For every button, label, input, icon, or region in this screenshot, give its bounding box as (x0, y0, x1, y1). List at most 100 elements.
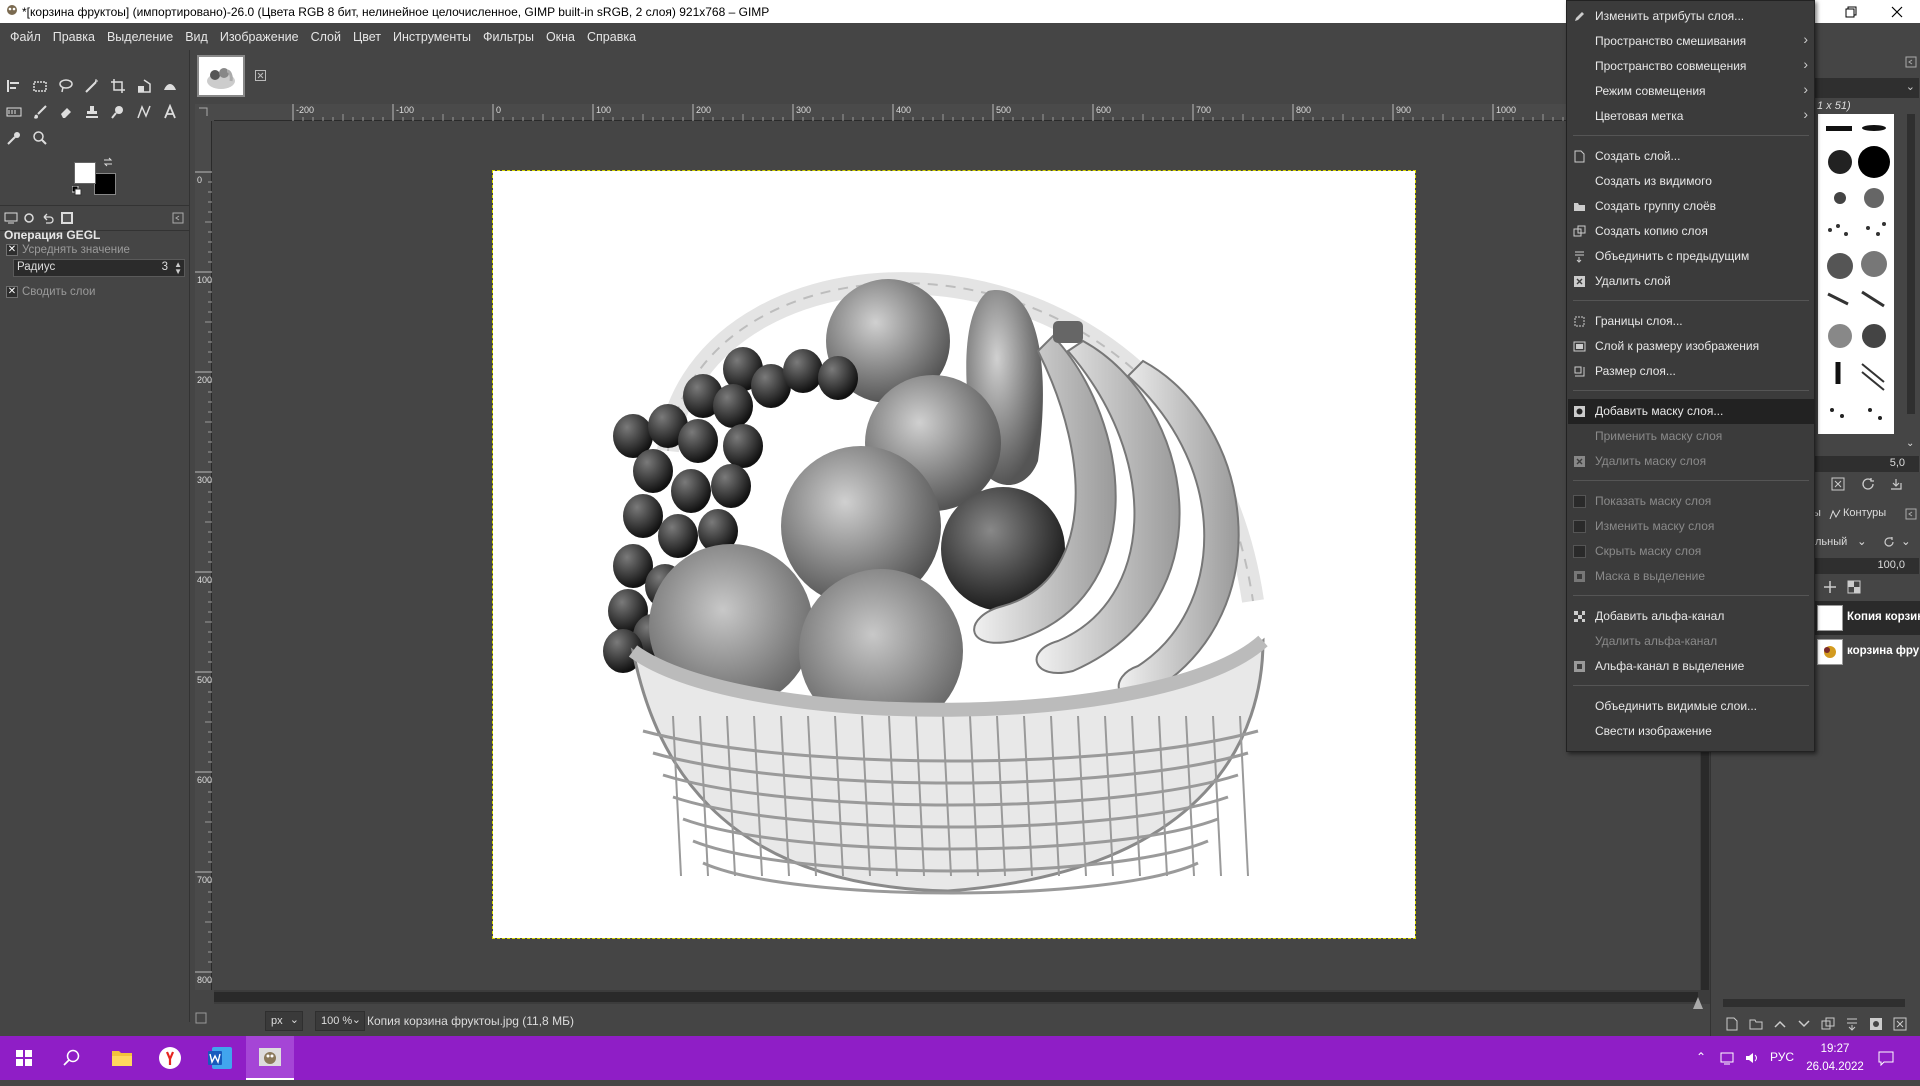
yandex-browser-button[interactable] (146, 1036, 194, 1080)
clock[interactable]: 19:27 26.04.2022 (1804, 1040, 1866, 1076)
layer-mode-combo[interactable]: льный (1815, 536, 1847, 548)
menu-item-remove-alpha-channel[interactable]: Удалить альфа-канал (1568, 629, 1814, 654)
foreground-color-swatch[interactable] (74, 162, 96, 184)
menu-item-show-layer-mask[interactable]: Показать маску слоя (1568, 489, 1814, 514)
menu-item-delete-layer-mask[interactable]: Удалить маску слоя (1568, 449, 1814, 474)
lock-position-icon[interactable] (1823, 580, 1837, 594)
volume-icon[interactable] (1744, 1050, 1760, 1066)
brush-filter-combo[interactable]: ⌄ (1811, 78, 1919, 98)
clone-tool[interactable] (80, 100, 104, 124)
brush-spacing-spinbox[interactable]: 5,0 (1811, 456, 1919, 472)
menu-item-flatten-image[interactable]: Свести изображение (1568, 719, 1814, 744)
menu-item-alpha-to-selection[interactable]: Альфа-канал в выделение (1568, 654, 1814, 679)
menu-item-new-layer-group[interactable]: Создать группу слоёв (1568, 194, 1814, 219)
raise-layer-icon[interactable] (1773, 1017, 1787, 1031)
chevron-down-icon[interactable]: ⌄ (1906, 438, 1914, 449)
chevron-down-icon[interactable]: ⌄ (1901, 534, 1911, 548)
menu-select[interactable]: Выделение (101, 30, 179, 44)
menu-item-composite-mode[interactable]: Режим совмещения › (1568, 79, 1814, 104)
show-hidden-icons[interactable]: ⌃ (1696, 1050, 1706, 1064)
navigate-icon[interactable] (1691, 996, 1705, 1010)
dock-menu-icon[interactable] (1905, 508, 1917, 520)
gimp-taskbar-button[interactable] (246, 1036, 294, 1080)
brushes-scrollbar[interactable] (1907, 114, 1915, 414)
paintbrush-tool[interactable] (28, 100, 52, 124)
word-button[interactable] (196, 1036, 244, 1080)
close-window-button[interactable] (1874, 0, 1920, 23)
menu-item-duplicate-layer[interactable]: Создать копию слоя (1568, 219, 1814, 244)
image-canvas[interactable] (492, 170, 1416, 939)
close-image-tab-icon[interactable] (255, 70, 266, 81)
menu-item-delete-layer[interactable]: Удалить слой (1568, 269, 1814, 294)
add-mask-icon[interactable] (1869, 1017, 1883, 1031)
menu-item-edit-layer-attributes[interactable]: Изменить атрибуты слоя... (1568, 4, 1814, 29)
radius-spinbox[interactable]: Радиус 3 ▲ ▼ (13, 259, 185, 277)
menu-item-layer-boundary[interactable]: Границы слоя... (1568, 309, 1814, 334)
chevron-down-icon[interactable]: ⌄ (1857, 534, 1867, 548)
menu-item-blend-space[interactable]: Пространство смешивания › (1568, 29, 1814, 54)
menu-image[interactable]: Изображение (214, 30, 305, 44)
align-tool[interactable] (2, 74, 26, 98)
menu-item-new-layer[interactable]: Создать слой... (1568, 144, 1814, 169)
zoom-select[interactable]: 100 % ⌄ (315, 1011, 365, 1031)
menu-layer[interactable]: Слой (305, 30, 347, 44)
spin-arrows-icon[interactable]: ▲ ▼ (174, 261, 182, 276)
merge-layers-checkbox[interactable]: ✕ (6, 286, 18, 298)
layers-hscrollbar[interactable] (1723, 999, 1905, 1007)
menu-color[interactable]: Цвет (347, 30, 387, 44)
menu-item-disable-layer-mask[interactable]: Скрыть маску слоя (1568, 539, 1814, 564)
rect-select-tool[interactable] (28, 74, 52, 98)
vertical-ruler[interactable]: 0 100 200 300 400 500 600 700 800 (195, 121, 212, 990)
delete-brush-icon[interactable] (1831, 477, 1845, 491)
horizontal-ruler[interactable]: -200 -100 0 100 200 300 400 500 600 700 800 900 1000 (214, 104, 1566, 121)
menu-view[interactable]: Вид (179, 30, 214, 44)
text-tool[interactable] (158, 100, 182, 124)
dock-menu-icon[interactable] (1905, 56, 1917, 68)
brushes-grid[interactable] (1818, 114, 1894, 434)
new-layer-group-icon[interactable] (1749, 1017, 1763, 1031)
image-tab-thumbnail[interactable] (197, 55, 245, 97)
horizontal-scrollbar[interactable] (214, 990, 1710, 1004)
color-picker-tool[interactable] (2, 126, 26, 150)
average-checkbox[interactable]: ✕ (6, 244, 18, 256)
crop-tool[interactable] (106, 74, 130, 98)
mode-reset-icon[interactable] (1883, 536, 1895, 548)
menu-item-layer-to-image-size[interactable]: Слой к размеру изображения (1568, 334, 1814, 359)
lasso-tool[interactable] (54, 74, 78, 98)
menu-item-edit-layer-mask[interactable]: Изменить маску слоя (1568, 514, 1814, 539)
menu-filters[interactable]: Фильтры (477, 30, 540, 44)
menu-item-merge-down[interactable]: Объединить с предыдущим (1568, 244, 1814, 269)
background-color-swatch[interactable] (94, 173, 116, 195)
paths-tab[interactable]: Контуры (1843, 507, 1886, 519)
duplicate-layer-icon[interactable] (1821, 1017, 1835, 1031)
menu-item-composite-space[interactable]: Пространство совмещения › (1568, 54, 1814, 79)
menu-item-layer-size[interactable]: Размер слоя... (1568, 359, 1814, 384)
unit-select[interactable]: px ⌄ (265, 1011, 303, 1031)
menu-item-mask-to-selection[interactable]: Маска в выделение (1568, 564, 1814, 589)
lower-layer-icon[interactable] (1797, 1017, 1811, 1031)
merge-layer-icon[interactable] (1845, 1017, 1859, 1031)
ruler-corner[interactable] (195, 104, 214, 121)
menu-windows[interactable]: Окна (540, 30, 581, 44)
menu-tools[interactable]: Инструменты (387, 30, 477, 44)
menu-edit[interactable]: Правка (47, 30, 101, 44)
layer-row-original[interactable]: корзина фру (1811, 635, 1920, 669)
fg-bg-colors[interactable] (72, 156, 124, 200)
layer-row-copy[interactable]: Копия корзин (1811, 601, 1920, 635)
horizontal-scroll-thumb[interactable] (214, 992, 1698, 1002)
menu-item-apply-layer-mask[interactable]: Применить маску слоя (1568, 424, 1814, 449)
fuzzy-select-tool[interactable] (80, 74, 104, 98)
input-language[interactable]: РУС (1770, 1050, 1794, 1064)
lock-alpha-icon[interactable] (1847, 580, 1861, 594)
search-button[interactable] (48, 1036, 96, 1080)
menu-item-color-tag[interactable]: Цветовая метка › (1568, 104, 1814, 129)
network-icon[interactable] (1720, 1050, 1736, 1066)
opacity-spinbox[interactable]: 100,0 (1811, 558, 1919, 574)
paths-tool[interactable] (132, 100, 156, 124)
notifications-icon[interactable] (1878, 1050, 1894, 1066)
refresh-brushes-icon[interactable] (1861, 477, 1875, 491)
menu-help[interactable]: Справка (581, 30, 642, 44)
new-layer-icon[interactable] (1725, 1017, 1739, 1031)
zoom-tool[interactable] (28, 126, 52, 150)
menu-item-merge-visible-layers[interactable]: Объединить видимые слои... (1568, 694, 1814, 719)
